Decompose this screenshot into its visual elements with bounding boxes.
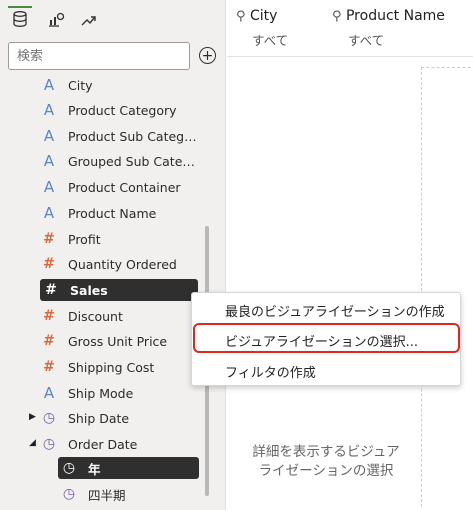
highlight-box	[193, 323, 460, 353]
pin-icon: ⚲	[236, 9, 246, 24]
filter-bar: ⚲ City すべて ⚲ Product Name すべて	[227, 0, 473, 57]
data-tab[interactable]	[8, 6, 32, 30]
trend-icon	[81, 16, 96, 26]
filter-value: すべて	[348, 33, 385, 48]
attribute-icon: A	[43, 178, 55, 196]
field-item[interactable]: # Quantity Ordered	[38, 253, 200, 275]
field-label: Grouped Sub Catego…	[68, 153, 200, 169]
field-label: Quantity Ordered	[68, 256, 177, 272]
hint-line-1: 詳細を表示するビジュア	[252, 444, 400, 460]
field-label: Gross Unit Price	[68, 333, 168, 349]
field-label: Product Container	[68, 179, 181, 195]
filter-city[interactable]: ⚲ City すべて	[236, 8, 288, 49]
clock-icon: ◷	[42, 436, 56, 452]
panel-tabs	[0, 0, 226, 36]
clock-icon: ◷	[62, 486, 76, 502]
field-item[interactable]: A Product Name	[38, 202, 200, 224]
field-item[interactable]: ◷ 四半期	[58, 483, 199, 505]
menu-item-create-filter[interactable]: フィルタの作成	[192, 358, 460, 384]
chart-settings-icon	[49, 12, 65, 27]
clock-icon: ◷	[62, 460, 76, 476]
canvas-area[interactable]	[421, 67, 473, 507]
database-icon	[13, 11, 27, 27]
field-item[interactable]: A Product Sub Categor…	[38, 125, 200, 147]
field-label: Ship Date	[68, 410, 130, 426]
search-input[interactable]	[8, 42, 190, 70]
field-label: Product Sub Categor…	[68, 128, 200, 144]
measure-icon: #	[43, 308, 55, 324]
measure-icon: #	[43, 333, 55, 349]
field-label: Product Category	[68, 102, 177, 118]
field-label: Product Name	[68, 205, 157, 221]
menu-item-create-best-visualization[interactable]: 最良のビジュアライゼーションの作成	[192, 297, 460, 323]
attribute-icon: A	[43, 127, 55, 145]
expand-icon[interactable]: ▶	[29, 412, 36, 422]
attribute-icon: A	[43, 101, 55, 119]
field-label: 四半期	[88, 487, 126, 503]
field-label: Order Date	[68, 436, 138, 452]
field-item[interactable]: A City	[38, 74, 200, 96]
field-label: Ship Mode	[68, 385, 134, 401]
filter-product-name[interactable]: ⚲ Product Name すべて	[332, 8, 445, 49]
clock-icon: ◷	[42, 410, 56, 426]
attribute-icon: A	[43, 384, 55, 402]
field-item[interactable]: # Discount	[38, 305, 200, 327]
field-item[interactable]: # Gross Unit Price	[38, 330, 200, 352]
field-item[interactable]: # Shipping Cost	[38, 356, 200, 378]
filter-label: City	[249, 8, 278, 24]
pin-icon: ⚲	[332, 9, 342, 24]
field-item[interactable]: # Profit	[38, 228, 200, 250]
visualizations-tab[interactable]	[44, 8, 68, 32]
field-label: Discount	[68, 308, 123, 324]
field-item[interactable]: ◷ Ship Date	[38, 407, 200, 429]
data-panel: + A City A Product Category A Product Sub Cat…	[0, 0, 226, 510]
field-item[interactable]: A Product Container	[38, 176, 200, 198]
canvas-hint: 詳細を表示するビジュア ライゼーションの選択	[236, 443, 416, 481]
attribute-icon: A	[43, 204, 55, 222]
collapse-icon[interactable]: ◢	[29, 438, 36, 448]
field-item[interactable]: ◷ 年	[58, 457, 199, 479]
analytics-tab[interactable]	[77, 8, 101, 32]
measure-icon: #	[45, 282, 57, 298]
measure-icon: #	[43, 231, 55, 247]
plus-icon: +	[201, 47, 214, 64]
measure-icon: #	[43, 359, 55, 375]
filter-value: すべて	[252, 33, 289, 48]
field-item[interactable]: ◷ Order Date	[38, 433, 200, 455]
field-item[interactable]: A Product Category	[38, 99, 200, 121]
hint-line-2: ライゼーションの選択	[258, 463, 394, 479]
field-label: 年	[88, 461, 101, 477]
attribute-icon: A	[43, 152, 55, 170]
add-data-button[interactable]: +	[199, 47, 216, 64]
field-label: City	[68, 77, 93, 93]
field-item[interactable]: # Sales	[40, 279, 198, 301]
filter-label: Product Name	[345, 8, 445, 24]
field-label: Shipping Cost	[68, 359, 155, 375]
field-item[interactable]: A Grouped Sub Catego…	[38, 150, 200, 172]
field-item[interactable]: A Ship Mode	[38, 382, 200, 404]
field-label: Profit	[68, 231, 101, 247]
measure-icon: #	[43, 256, 55, 272]
attribute-icon: A	[43, 76, 55, 94]
field-label: Sales	[70, 282, 108, 298]
